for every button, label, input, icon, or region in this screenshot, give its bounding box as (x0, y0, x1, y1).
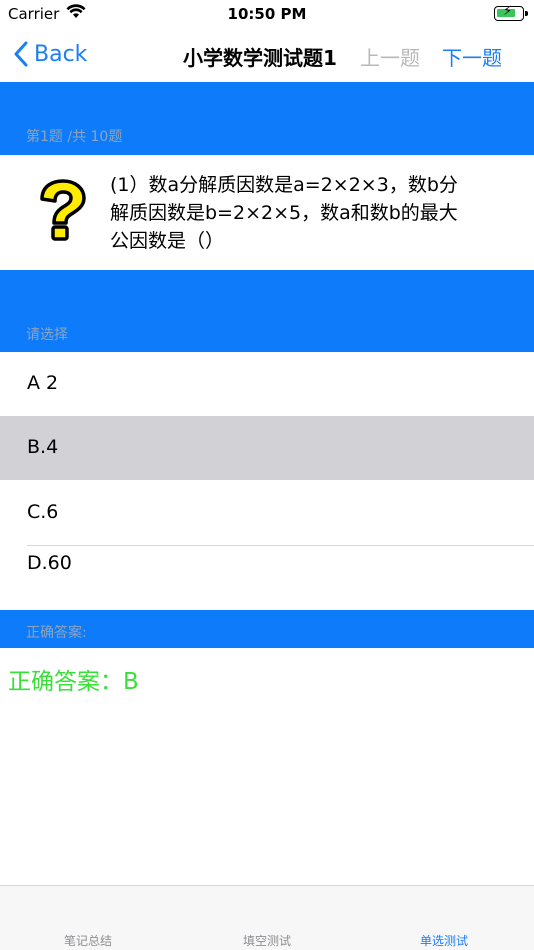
question-card: (1）数a分解质因数是a=2×2×3，数b分 解质因数是b=2×2×5，数a和数… (0, 155, 534, 270)
answer-header: 正确答案: (0, 610, 534, 648)
tab-single-choice-test[interactable]: 单选测试 (384, 932, 504, 949)
back-button-label: Back (34, 41, 88, 67)
status-bar: Carrier 10:50 PM ⚡ (0, 0, 534, 28)
answer-section-label: 正确答案: (26, 625, 87, 641)
question-text: (1）数a分解质因数是a=2×2×3，数b分 解质因数是b=2×2×5，数a和数… (110, 171, 510, 255)
option-d[interactable]: D.60 (0, 546, 534, 608)
option-c[interactable]: C.6 (0, 481, 534, 545)
battery-icon: ⚡ (494, 4, 528, 21)
tab-notes-summary[interactable]: 笔记总结 (28, 932, 148, 949)
chevron-left-icon (14, 41, 28, 67)
question-progress-label: 第1题 /共 10题 (26, 129, 123, 145)
back-button[interactable]: Back (14, 36, 87, 72)
option-label: C.6 (27, 501, 59, 523)
option-a[interactable]: A 2 (0, 352, 534, 416)
clock: 10:50 PM (227, 5, 307, 23)
choose-header: 请选择 (0, 270, 534, 352)
next-question-button[interactable]: 下一题 (442, 42, 502, 71)
correct-answer-text: 正确答案：B (8, 669, 139, 695)
question-line: 解质因数是b=2×2×5，数a和数b的最大 (110, 202, 458, 224)
choose-label: 请选择 (26, 327, 68, 343)
navigation-bar: Back 小学数学测试题1 上一题 下一题 (0, 28, 534, 82)
question-mark-icon (40, 179, 86, 241)
option-label: D.60 (27, 552, 72, 574)
previous-question-button[interactable]: 上一题 (360, 42, 420, 71)
option-label: A 2 (27, 372, 59, 394)
tab-bar: 笔记总结 填空测试 单选测试 (0, 885, 534, 950)
page-title: 小学数学测试题1 (183, 46, 337, 70)
option-label: B.4 (27, 436, 59, 458)
tab-fill-in-test[interactable]: 填空测试 (207, 932, 327, 949)
question-line: 公因数是（） (110, 230, 225, 252)
option-b[interactable]: B.4 (0, 416, 534, 480)
question-line: (1）数a分解质因数是a=2×2×3，数b分 (110, 174, 458, 196)
progress-header: 第1题 /共 10题 (0, 82, 534, 155)
